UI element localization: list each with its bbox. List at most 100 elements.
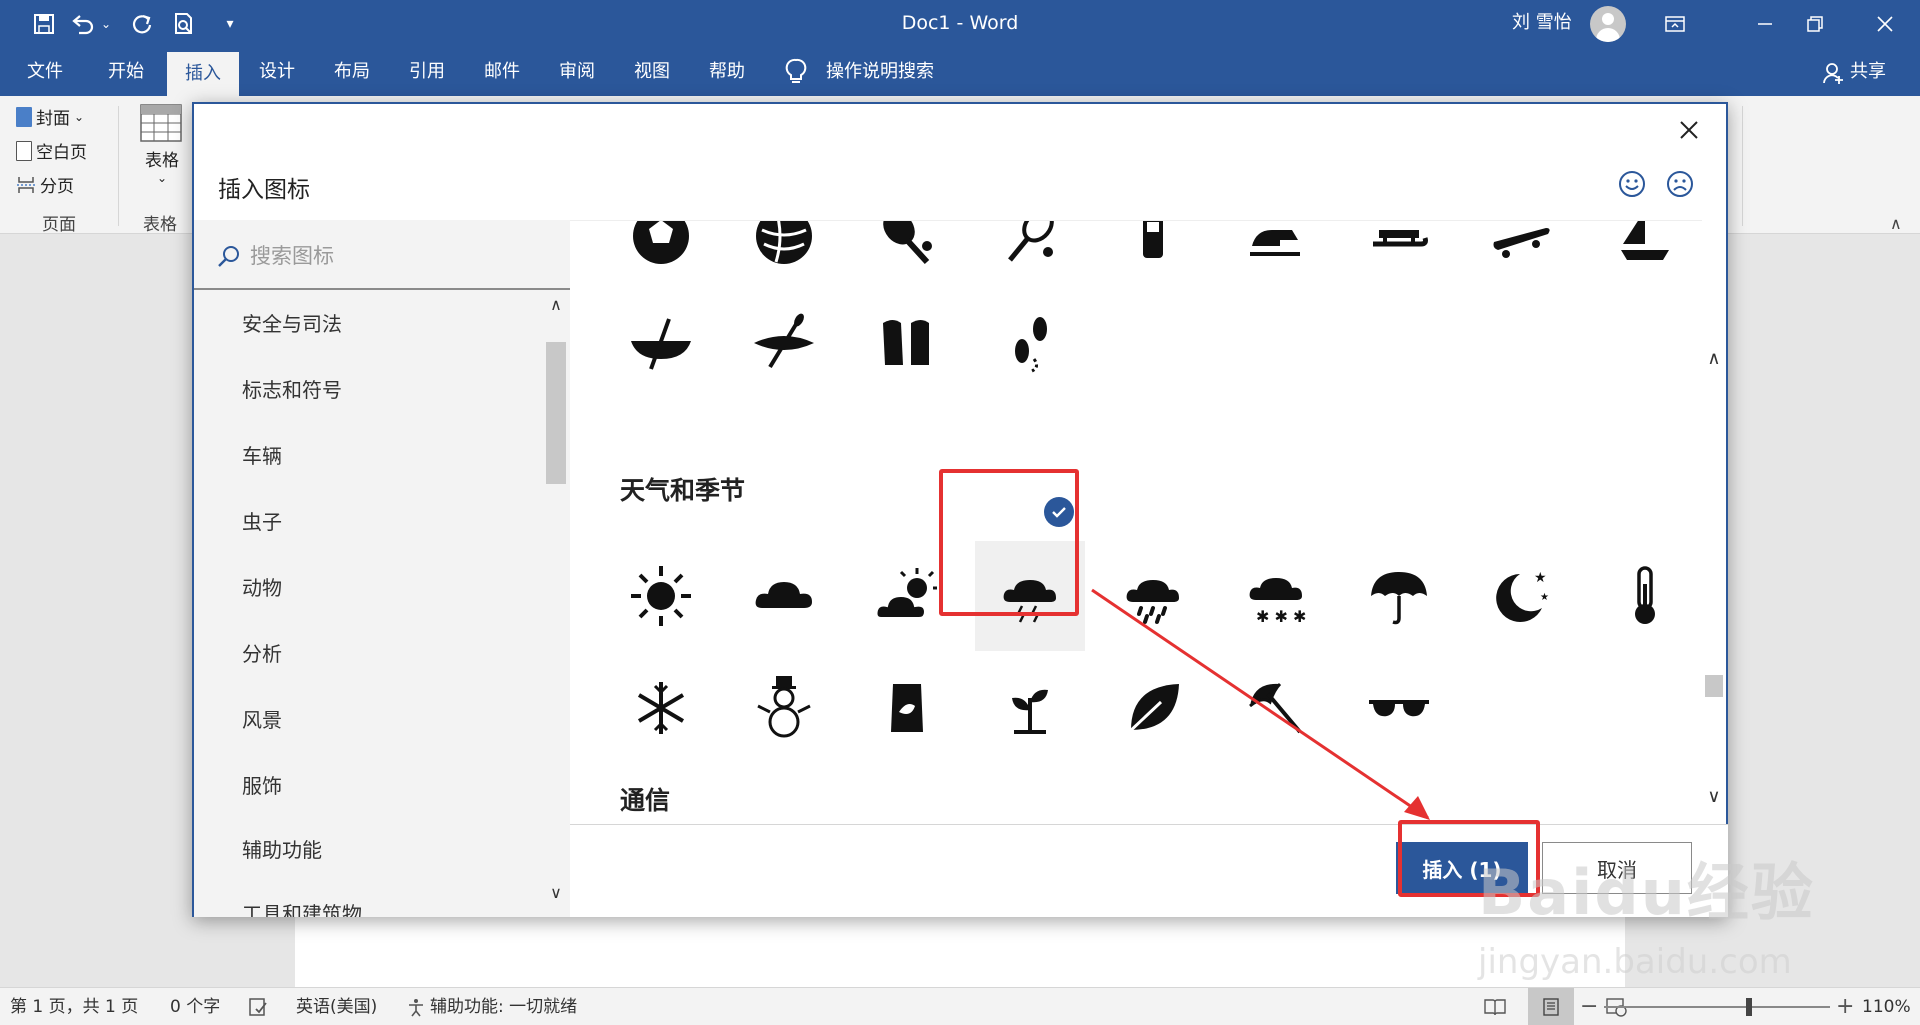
category-item-insects[interactable]: 虫子: [242, 502, 282, 542]
page-break-button[interactable]: 分页: [16, 172, 74, 197]
flippers-icon[interactable]: [852, 288, 962, 398]
accessibility-icon: [409, 999, 423, 1017]
tab-design[interactable]: 设计: [244, 48, 310, 96]
tab-insert[interactable]: 插入: [167, 52, 239, 96]
search-box[interactable]: [194, 220, 570, 290]
kayak-icon[interactable]: [729, 288, 839, 398]
sprout-icon[interactable]: [975, 653, 1085, 763]
page-break-label: 分页: [40, 177, 74, 197]
umbrella-icon[interactable]: [1344, 541, 1454, 651]
snowmobile-icon[interactable]: [1221, 221, 1331, 291]
proofing-icon[interactable]: [248, 988, 268, 1025]
beach-umbrella-icon[interactable]: [1221, 653, 1331, 763]
word-count[interactable]: 0 个字: [170, 988, 220, 1025]
language-indicator[interactable]: 英语(美国): [296, 988, 377, 1025]
print-layout-icon[interactable]: [1528, 988, 1574, 1025]
phone-icon[interactable]: [1098, 221, 1208, 291]
category-scroll-thumb[interactable]: [546, 342, 566, 484]
close-icon[interactable]: [1669, 110, 1709, 150]
restore-icon[interactable]: [1785, 0, 1845, 48]
tennis-icon[interactable]: [975, 221, 1085, 291]
scroll-down-icon[interactable]: ∨: [544, 880, 568, 904]
category-item-security-justice[interactable]: 安全与司法: [242, 304, 342, 344]
icon-grid-scroll-thumb[interactable]: [1705, 675, 1723, 697]
tab-mailings[interactable]: 邮件: [468, 48, 536, 96]
category-item-accessibility[interactable]: 辅助功能: [242, 830, 322, 870]
leaf-icon[interactable]: [1098, 653, 1208, 763]
partly-cloudy-icon[interactable]: [852, 541, 962, 651]
close-window-icon[interactable]: [1855, 0, 1915, 48]
ribbon-display-options-icon[interactable]: [1645, 0, 1705, 48]
cover-page-button[interactable]: 封面 ⌄: [16, 104, 84, 129]
icon-grid-scrollbar[interactable]: ∧ ∨: [1702, 220, 1726, 820]
footprints-icon[interactable]: [975, 288, 1085, 398]
yarn-ball-icon[interactable]: [729, 221, 839, 291]
soccer-ball-icon[interactable]: [606, 221, 716, 291]
tab-home[interactable]: 开始: [90, 48, 162, 96]
scroll-up-icon[interactable]: ∧: [544, 292, 568, 316]
tab-view[interactable]: 视图: [618, 48, 686, 96]
redo-icon[interactable]: [126, 8, 158, 40]
thermometer-icon[interactable]: [1590, 541, 1700, 651]
sled-icon[interactable]: [1344, 221, 1454, 291]
snowflake-icon[interactable]: [606, 653, 716, 763]
category-item-vehicles[interactable]: 车辆: [242, 436, 282, 476]
category-item-landscape[interactable]: 风景: [242, 700, 282, 740]
frown-feedback-icon[interactable]: [1666, 170, 1694, 198]
zoom-out-icon[interactable]: −: [1580, 988, 1598, 1025]
tab-references[interactable]: 引用: [393, 48, 461, 96]
page-count[interactable]: 第 1 页，共 1 页: [10, 988, 138, 1025]
scroll-down-icon[interactable]: ∨: [1702, 784, 1726, 808]
scroll-up-icon[interactable]: ∧: [1702, 346, 1726, 370]
smile-feedback-icon[interactable]: [1618, 170, 1646, 198]
tell-me-search[interactable]: 操作说明搜索: [826, 48, 934, 96]
tab-file[interactable]: 文件: [10, 48, 80, 96]
lightbulb-icon[interactable]: [784, 58, 808, 86]
blank-page-button[interactable]: 空白页: [16, 138, 87, 163]
snow-cloud-icon[interactable]: ✱ ✱ ✱: [1221, 541, 1331, 651]
skateboard-icon[interactable]: [1467, 221, 1577, 291]
accessibility-status[interactable]: 辅助功能: 一切就绪: [406, 988, 577, 1025]
sun-icon[interactable]: [606, 541, 716, 651]
thunderstorm-icon[interactable]: [975, 541, 1085, 651]
cancel-button[interactable]: 取消: [1542, 842, 1692, 894]
table-button[interactable]: 表格 ⌄: [140, 104, 184, 204]
insert-button[interactable]: 插入 (1): [1396, 842, 1528, 894]
category-item-animals[interactable]: 动物: [242, 568, 282, 608]
search-input[interactable]: [250, 238, 550, 274]
sailboat-icon[interactable]: [1590, 221, 1700, 291]
tab-help[interactable]: 帮助: [693, 48, 761, 96]
read-mode-icon[interactable]: [1484, 988, 1506, 1025]
customize-toolbar-icon[interactable]: ▾: [214, 8, 246, 40]
undo-icon[interactable]: [68, 8, 98, 40]
cloud-icon[interactable]: [729, 541, 839, 651]
user-name[interactable]: 刘 雪怡: [1512, 0, 1572, 48]
ping-pong-icon[interactable]: [852, 221, 962, 291]
document-title: Doc1 - Word: [901, 12, 1019, 34]
zoom-slider[interactable]: [1604, 1006, 1830, 1008]
dialog-title: 插入图标: [218, 177, 310, 203]
collapse-ribbon-icon[interactable]: ∧: [1890, 214, 1902, 233]
undo-dropdown-icon[interactable]: ⌄: [98, 8, 114, 40]
save-icon[interactable]: [28, 8, 60, 40]
tab-layout[interactable]: 布局: [318, 48, 386, 96]
zoom-in-icon[interactable]: +: [1836, 988, 1854, 1025]
moon-stars-icon[interactable]: ★ ★: [1467, 541, 1577, 651]
tab-review[interactable]: 审阅: [543, 48, 611, 96]
avatar[interactable]: [1590, 6, 1626, 42]
sunglasses-icon[interactable]: [1344, 653, 1454, 763]
print-preview-icon[interactable]: [168, 8, 200, 40]
zoom-level[interactable]: 110%: [1862, 988, 1911, 1025]
rain-icon[interactable]: [1098, 541, 1208, 651]
seed-bag-icon[interactable]: [852, 653, 962, 763]
category-item-analytics[interactable]: 分析: [242, 634, 282, 674]
category-item-tools-buildings[interactable]: 工具和建筑物: [242, 894, 362, 917]
share-button[interactable]: 共享: [1850, 48, 1886, 96]
category-scrollbar[interactable]: ∧ ∨: [544, 290, 568, 917]
canoe-icon[interactable]: [606, 288, 716, 398]
share-person-icon[interactable]: [1822, 62, 1844, 84]
snowman-icon[interactable]: [729, 653, 839, 763]
category-item-apparel[interactable]: 服饰: [242, 766, 282, 806]
zoom-slider-thumb[interactable]: [1746, 998, 1752, 1016]
category-item-signs-symbols[interactable]: 标志和符号: [242, 370, 342, 410]
